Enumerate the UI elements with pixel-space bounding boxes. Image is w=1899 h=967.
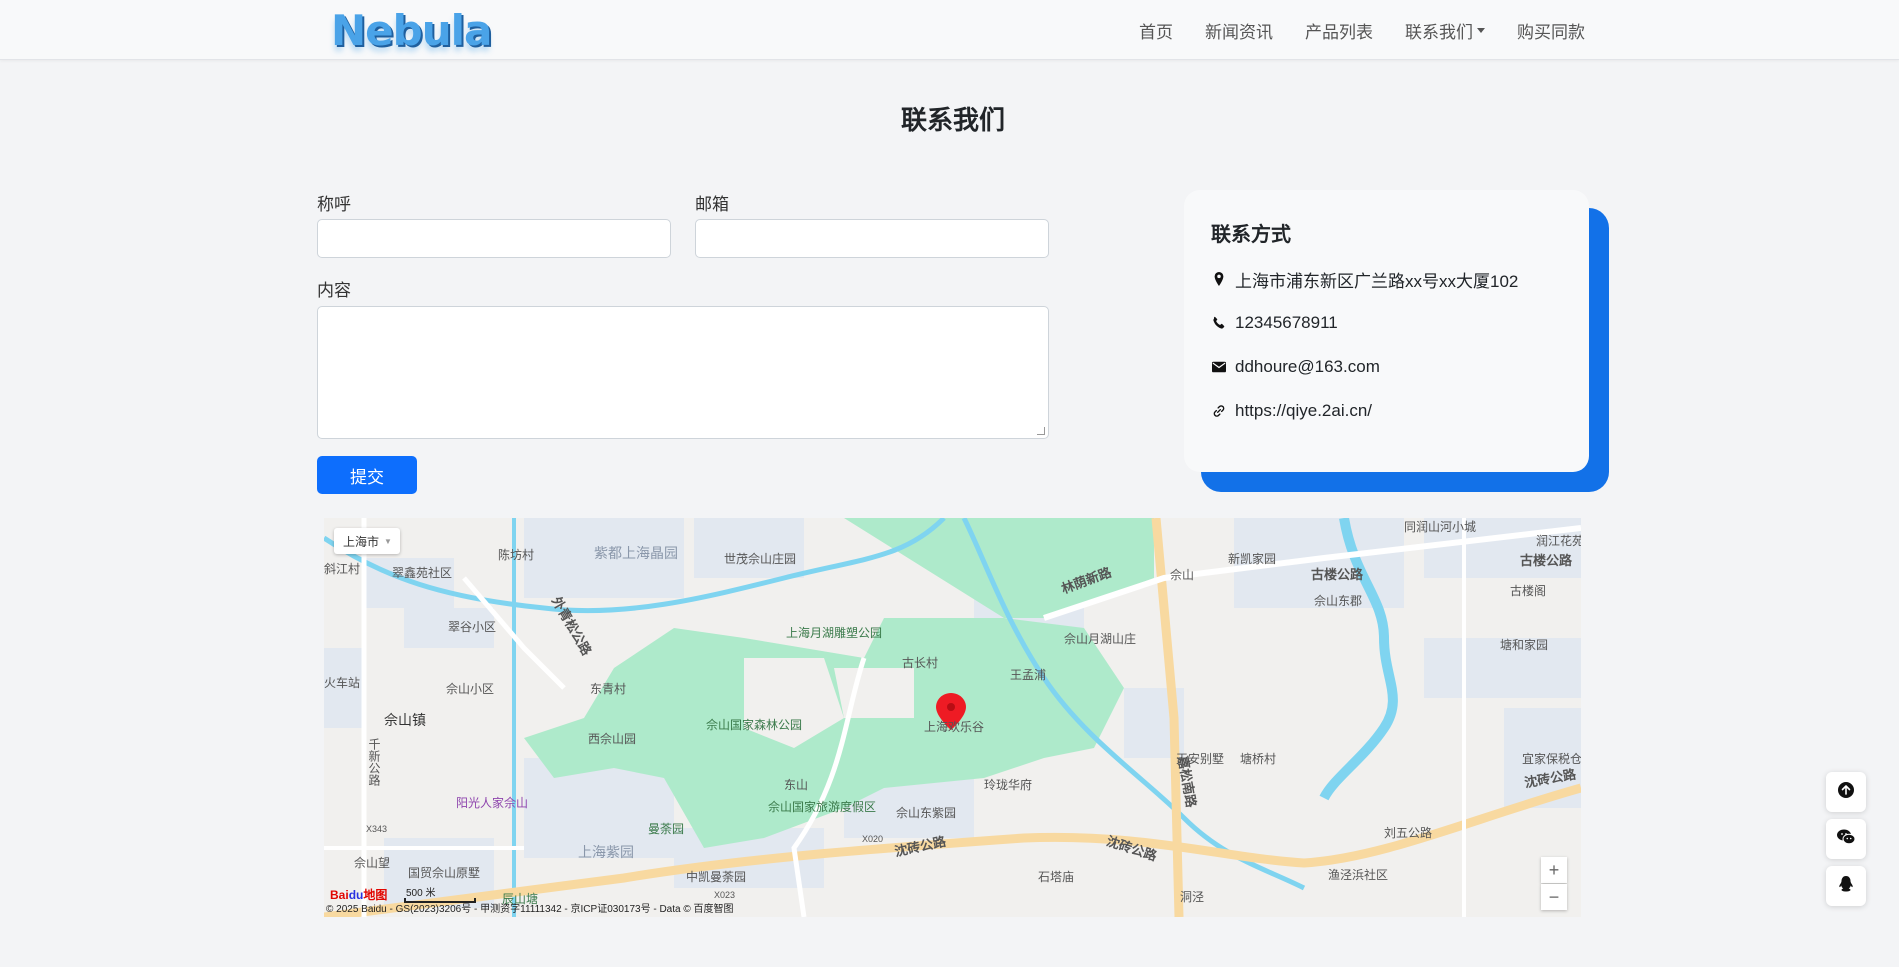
- qq-button[interactable]: [1826, 866, 1866, 906]
- nav-contact-dropdown[interactable]: 联系我们: [1405, 18, 1485, 43]
- page-title: 联系我们: [900, 105, 1005, 135]
- map-label: X020: [862, 834, 884, 844]
- map-label: 佘山镇: [384, 712, 426, 728]
- map-label: 紫都上海晶园: [594, 545, 678, 561]
- zoom-in-button[interactable]: +: [1541, 857, 1567, 883]
- map-label: 刘五公路: [1384, 826, 1433, 840]
- contact-email-row: ddhoure@163.com: [1211, 355, 1562, 379]
- map-label: 上海欢乐谷: [924, 720, 985, 734]
- map-label: 石塔庙: [1038, 870, 1075, 884]
- wechat-button[interactable]: [1826, 819, 1866, 859]
- map-label: 佘山国家森林公园: [706, 718, 803, 732]
- content-label: 内容: [317, 281, 351, 300]
- contact-card: 联系方式 上海市浦东新区广兰路xx号xx大厦102 12345678911 dd…: [1184, 190, 1589, 472]
- wechat-icon: [1837, 829, 1856, 850]
- qq-icon: [1839, 875, 1853, 897]
- map-label: X343: [366, 824, 388, 834]
- arrow-up-circle-icon: [1838, 781, 1854, 803]
- contact-website-row: https://qiye.2ai.cn/: [1211, 399, 1562, 423]
- content-textarea[interactable]: [317, 306, 1049, 439]
- email-label: 邮箱: [695, 195, 729, 214]
- map-label: 佘山东紫园: [896, 806, 957, 820]
- map-label: 天安别墅: [1176, 752, 1225, 766]
- map-label: 翠谷小区: [448, 620, 497, 634]
- map-label: 古楼公路: [1311, 567, 1364, 582]
- map-label: 火车站: [324, 676, 361, 690]
- map-label: 王孟浦: [1010, 668, 1047, 682]
- main-nav: 首页 新闻资讯 产品列表 联系我们 购买同款: [1107, 0, 1585, 60]
- baidu-map[interactable]: 上海欢乐谷 佘山镇 紫都上海晶园 世茂佘山庄园 上海月湖雕塑公园 古长村 王孟浦…: [324, 518, 1581, 917]
- contact-phone-row: 12345678911: [1211, 311, 1562, 335]
- map-label: 佘山望: [354, 856, 391, 870]
- map-label: 同润山河小城: [1404, 520, 1477, 534]
- map-label: 东青村: [590, 682, 627, 696]
- map-label: 润江花苑: [1536, 534, 1581, 548]
- map-label: 佘山国家旅游度假区: [768, 800, 877, 814]
- email-input[interactable]: [695, 219, 1049, 258]
- map-label: 翠鑫苑社区: [392, 566, 453, 580]
- contact-email[interactable]: ddhoure@163.com: [1235, 357, 1380, 377]
- map-label: 东山: [784, 778, 809, 792]
- nav-home[interactable]: 首页: [1139, 18, 1173, 43]
- map-label: 宜家保税仓: [1522, 752, 1581, 766]
- contact-website[interactable]: https://qiye.2ai.cn/: [1235, 401, 1372, 421]
- map-label: 西佘山园: [588, 732, 637, 746]
- envelope-icon: [1211, 359, 1227, 375]
- map-label: 古楼公路: [1520, 553, 1573, 568]
- map-label: 中凯曼荼园: [686, 870, 747, 884]
- map-label: 塘桥村: [1240, 752, 1277, 766]
- nav-buy[interactable]: 购买同款: [1517, 18, 1585, 43]
- map-label: 佘山东郡: [1314, 594, 1363, 608]
- map-label: 佘山月湖山庄: [1064, 632, 1137, 646]
- map-label: 阳光人家佘山: [456, 796, 529, 810]
- contact-phone: 12345678911: [1235, 313, 1338, 332]
- back-to-top-button[interactable]: [1826, 772, 1866, 812]
- map-label: 洞泾: [1180, 890, 1205, 904]
- map-label: 渔泾浜社区: [1328, 868, 1389, 882]
- map-label: 曼荼园: [648, 822, 685, 836]
- map-scale-label: 500 米: [406, 888, 436, 899]
- map-label: 上海紫园: [578, 844, 634, 860]
- map-label: 玲珑华府: [984, 778, 1033, 792]
- submit-button[interactable]: 提交: [317, 456, 417, 494]
- caret-down-icon: [1477, 27, 1485, 33]
- map-label: 国贸佘山原墅: [408, 866, 481, 880]
- zoom-out-button[interactable]: −: [1541, 884, 1567, 910]
- brand-logo[interactable]: Nebula: [331, 6, 492, 55]
- nav-products[interactable]: 产品列表: [1305, 18, 1373, 43]
- map-copyright: © 2025 Baidu - GS(2023)3206号 - 甲测资字11111…: [326, 904, 734, 915]
- location-pin-icon: [1211, 271, 1227, 287]
- link-icon: [1211, 403, 1227, 419]
- nav-contact-label: 联系我们: [1405, 22, 1473, 42]
- nav-news[interactable]: 新闻资讯: [1205, 18, 1273, 43]
- map-label: 佘山: [1170, 568, 1195, 582]
- map-label: 古楼阁: [1510, 584, 1547, 598]
- map-label: 世茂佘山庄园: [724, 552, 797, 566]
- name-label: 称呼: [317, 195, 351, 214]
- map-label: 斜江村: [324, 562, 361, 576]
- map-label: 古长村: [902, 656, 939, 670]
- map-label: 千新公路: [367, 738, 381, 786]
- map-label: X023: [714, 890, 736, 900]
- contact-address-row: 上海市浦东新区广兰路xx号xx大厦102: [1211, 267, 1562, 291]
- navbar: Nebula 首页 新闻资讯 产品列表 联系我们 购买同款: [0, 0, 1899, 60]
- contact-address: 上海市浦东新区广兰路xx号xx大厦102: [1235, 271, 1519, 291]
- chevron-down-icon: ▼: [384, 536, 392, 546]
- map-label: 上海月湖雕塑公园: [786, 626, 883, 640]
- city-selector[interactable]: 上海市 ▼: [334, 528, 400, 554]
- map-label: 佘山小区: [446, 682, 495, 696]
- resize-grip-icon[interactable]: [1037, 427, 1045, 435]
- contact-card-title: 联系方式: [1211, 224, 1291, 246]
- map-label: 新凯家园: [1228, 552, 1277, 566]
- map-label: 塘和家园: [1500, 638, 1549, 652]
- city-selector-label: 上海市: [343, 534, 380, 549]
- map-label: 陈坊村: [498, 548, 535, 562]
- name-input[interactable]: [317, 219, 671, 258]
- phone-icon: [1211, 315, 1227, 331]
